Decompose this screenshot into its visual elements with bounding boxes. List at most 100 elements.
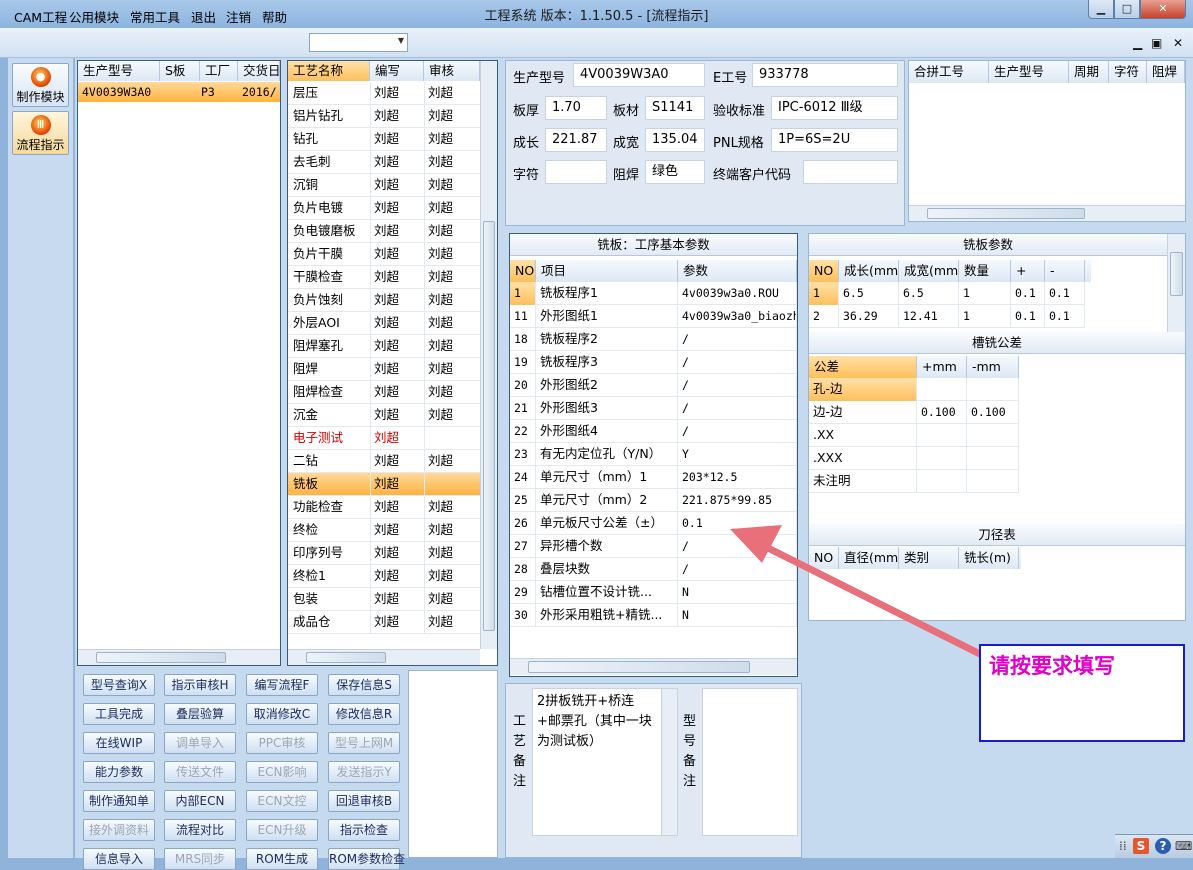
table-row[interactable]: 1 铣板程序1 4v0039w3a0.ROU [510, 282, 797, 305]
col-header[interactable]: 成宽(mm) [899, 260, 959, 282]
horizontal-scrollbar[interactable] [288, 649, 480, 665]
table-row[interactable]: 层压 刘超 刘超 [288, 82, 480, 105]
scroll-thumb[interactable] [483, 221, 495, 631]
action-button[interactable]: ROM参数检查 [328, 848, 405, 870]
col-header[interactable]: S板 [160, 61, 200, 81]
table-row[interactable]: .XX [809, 424, 1019, 447]
action-button[interactable]: 流程对比 [164, 819, 236, 841]
table-row[interactable]: .XXX [809, 447, 1019, 470]
table-row[interactable]: 功能检查 刘超 刘超 [288, 496, 480, 519]
action-button[interactable]: 指示审核H [164, 674, 236, 696]
table-row[interactable]: 二钻 刘超 刘超 [288, 450, 480, 473]
nav-flow-instruction[interactable]: Ⅲ 流程指示 [12, 111, 69, 155]
col-header[interactable]: +mm [917, 356, 967, 378]
col-header[interactable]: 参数 [678, 260, 797, 282]
horizontal-scrollbar[interactable] [909, 205, 1185, 221]
action-button[interactable]: 能力参数 [83, 761, 155, 783]
close-button[interactable]: ✕ [1140, 0, 1186, 19]
table-row[interactable]: 沉金 刘超 刘超 [288, 404, 480, 427]
action-button[interactable]: ECN升级 [246, 819, 318, 841]
table-row[interactable]: 终检1 刘超 刘超 [288, 565, 480, 588]
table-row[interactable]: 电子测试 刘超 [288, 427, 480, 450]
action-button[interactable]: 传送文件 [164, 761, 236, 783]
table-row[interactable]: 22 外形图纸4/ [510, 420, 797, 443]
thickness-field[interactable]: 1.70 [545, 96, 607, 120]
table-row[interactable]: 边-边 0.100 0.100 [809, 401, 1019, 424]
table-row[interactable]: 沉铜 刘超 刘超 [288, 174, 480, 197]
table-row[interactable]: 钻孔 刘超 刘超 [288, 128, 480, 151]
table-row[interactable]: 包装 刘超 刘超 [288, 588, 480, 611]
action-button[interactable]: 回退审核B [328, 790, 400, 812]
mdi-close-button[interactable]: ✕ [1173, 36, 1183, 50]
table-row[interactable]: 阻焊检查 刘超 刘超 [288, 381, 480, 404]
model-remark-input[interactable] [702, 688, 798, 836]
mdi-minimize-button[interactable]: ▁ [1133, 36, 1142, 50]
table-row[interactable]: 2 36.29 12.41 1 0.1 0.1 [809, 305, 1085, 328]
help-icon[interactable]: ? [1155, 838, 1171, 854]
col-header[interactable]: 生产型号 [989, 61, 1069, 83]
col-header[interactable]: 成长(mm) [839, 260, 899, 282]
col-header[interactable]: 交货日 [238, 61, 280, 81]
col-header[interactable]: 生产型号 [78, 61, 160, 81]
action-button[interactable]: 制作通知单 [83, 790, 155, 812]
table-row[interactable]: 孔-边 [809, 378, 1019, 401]
action-button[interactable]: 信息导入 [83, 848, 155, 870]
table-row[interactable]: 负片干膜 刘超 刘超 [288, 243, 480, 266]
action-button[interactable]: 工具完成 [83, 703, 155, 725]
standard-field[interactable]: IPC-6012 Ⅲ级 [771, 96, 898, 120]
action-button[interactable]: ECN文控 [246, 790, 318, 812]
action-button[interactable]: ROM生成 [246, 848, 318, 870]
table-row[interactable]: 18 铣板程序2/ [510, 328, 797, 351]
col-header[interactable]: NO [809, 260, 839, 282]
vertical-scrollbar[interactable] [661, 689, 677, 835]
action-button[interactable]: 发送指示Y [328, 761, 400, 783]
action-button[interactable]: 型号上网M [328, 732, 400, 754]
col-header[interactable]: 合拼工号 [909, 61, 989, 83]
menu-item[interactable]: 退出 [191, 7, 216, 26]
col-header[interactable]: 项目 [536, 260, 678, 282]
menu-item[interactable]: 注销 [226, 7, 251, 26]
table-row[interactable]: 干膜检查 刘超 刘超 [288, 266, 480, 289]
table-row[interactable]: 印序列号 刘超 刘超 [288, 542, 480, 565]
table-row[interactable]: 终检 刘超 刘超 [288, 519, 480, 542]
menu-item[interactable]: CAM工程 [14, 7, 67, 26]
table-row[interactable]: 外层AOI 刘超 刘超 [288, 312, 480, 335]
keyboard-icon[interactable]: ⌨ [1175, 839, 1192, 853]
menu-item[interactable]: 帮助 [262, 7, 287, 26]
ime-icon[interactable]: S [1133, 838, 1149, 854]
col-header[interactable]: 字符 [1109, 61, 1147, 83]
action-button[interactable]: 指示检查 [328, 819, 400, 841]
col-header[interactable]: 工艺名称 [288, 61, 370, 81]
col-header[interactable]: 周期 [1069, 61, 1109, 83]
menu-item[interactable]: 常用工具 [130, 7, 180, 26]
action-button[interactable]: 叠层验算 [164, 703, 236, 725]
table-row[interactable]: 负电镀磨板 刘超 刘超 [288, 220, 480, 243]
action-button[interactable]: 取消修改C [246, 703, 318, 725]
scroll-thumb[interactable] [1170, 252, 1183, 296]
e-field[interactable]: 933778 [752, 63, 898, 87]
col-header[interactable]: 工厂 [200, 61, 238, 81]
table-row[interactable]: 未注明 [809, 470, 1019, 493]
action-button[interactable]: 在线WIP [83, 732, 155, 754]
horizontal-scrollbar[interactable] [78, 649, 280, 665]
vertical-scrollbar[interactable] [480, 61, 497, 649]
pnl-field[interactable]: 1P=6S=2U [771, 128, 898, 152]
col-header[interactable]: 审核 [424, 61, 480, 81]
action-button[interactable]: 型号查询X [83, 674, 155, 696]
col-header[interactable]: 数量 [959, 260, 1011, 282]
mask-field[interactable]: 绿色 [645, 160, 705, 184]
table-row[interactable]: 铝片钻孔 刘超 刘超 [288, 105, 480, 128]
table-row[interactable]: 负片蚀刻 刘超 刘超 [288, 289, 480, 312]
table-row[interactable]: 11 外形图纸1 4v0039w3a0_biaozh [510, 305, 797, 328]
table-row[interactable]: 25 单元尺寸（mm）2 221.875*99.85 [510, 489, 797, 512]
table-row[interactable]: 24 单元尺寸（mm）1 203*12.5 [510, 466, 797, 489]
table-row[interactable]: 19 铣板程序3/ [510, 351, 797, 374]
scroll-thumb[interactable] [927, 208, 1085, 219]
char-field[interactable] [545, 160, 607, 184]
vertical-scrollbar[interactable] [1167, 234, 1185, 332]
action-button[interactable]: ECN影响 [246, 761, 318, 783]
table-row[interactable]: 阻焊塞孔 刘超 刘超 [288, 335, 480, 358]
menu-item[interactable]: 公用模块 [69, 7, 119, 26]
action-button[interactable]: PPC审核 [246, 732, 318, 754]
col-header[interactable]: 公差 [809, 356, 917, 378]
